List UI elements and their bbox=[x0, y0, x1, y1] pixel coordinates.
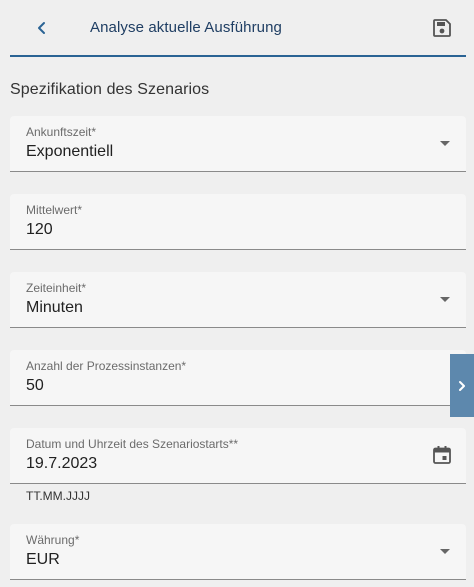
section-title: Spezifikation des Szenarios bbox=[10, 81, 210, 98]
side-panel-toggle[interactable] bbox=[450, 354, 474, 417]
field-label: Zeiteinheit* bbox=[26, 281, 87, 295]
back-button[interactable] bbox=[30, 16, 54, 40]
field-value: Exponentiell bbox=[26, 143, 114, 160]
header-divider bbox=[10, 55, 466, 57]
mean-value-input[interactable]: Mittelwert* 120 bbox=[10, 194, 466, 250]
field-value: EUR bbox=[26, 551, 60, 568]
calendar-icon[interactable] bbox=[432, 445, 452, 465]
time-unit-select[interactable]: Zeiteinheit* Minuten bbox=[10, 272, 466, 328]
scenario-start-date-input[interactable]: Datum und Uhrzeit des Szenariostarts** 1… bbox=[10, 428, 466, 484]
app-header: Analyse aktuelle Ausführung bbox=[0, 0, 474, 57]
save-button[interactable] bbox=[431, 17, 453, 39]
field-label: Mittelwert* bbox=[26, 203, 83, 217]
field-value: 120 bbox=[26, 221, 53, 238]
field-label: Anzahl der Prozessinstanzen* bbox=[26, 359, 187, 373]
field-label: Ankunftszeit* bbox=[26, 125, 97, 139]
field-value: 50 bbox=[26, 377, 44, 394]
date-format-hint: TT.MM.JJJJ bbox=[26, 489, 90, 503]
dropdown-arrow-icon bbox=[440, 141, 450, 146]
field-value: Minuten bbox=[26, 299, 83, 316]
currency-select[interactable]: Währung* EUR bbox=[10, 524, 466, 580]
field-label: Datum und Uhrzeit des Szenariostarts** bbox=[26, 437, 239, 451]
field-label: Währung* bbox=[26, 533, 80, 547]
app-root: Analyse aktuelle Ausführung Spezifikatio… bbox=[0, 0, 474, 587]
dropdown-arrow-icon bbox=[440, 549, 450, 554]
save-icon bbox=[433, 19, 451, 37]
field-value: 19.7.2023 bbox=[26, 455, 98, 472]
chevron-right-icon bbox=[459, 380, 465, 391]
arrival-time-select[interactable]: Ankunftszeit* Exponentiell bbox=[10, 116, 466, 172]
dropdown-arrow-icon bbox=[440, 297, 450, 302]
chevron-left-icon bbox=[38, 22, 45, 34]
process-instances-input[interactable]: Anzahl der Prozessinstanzen* 50 bbox=[10, 350, 466, 406]
page-title: Analyse aktuelle Ausführung bbox=[90, 19, 282, 36]
